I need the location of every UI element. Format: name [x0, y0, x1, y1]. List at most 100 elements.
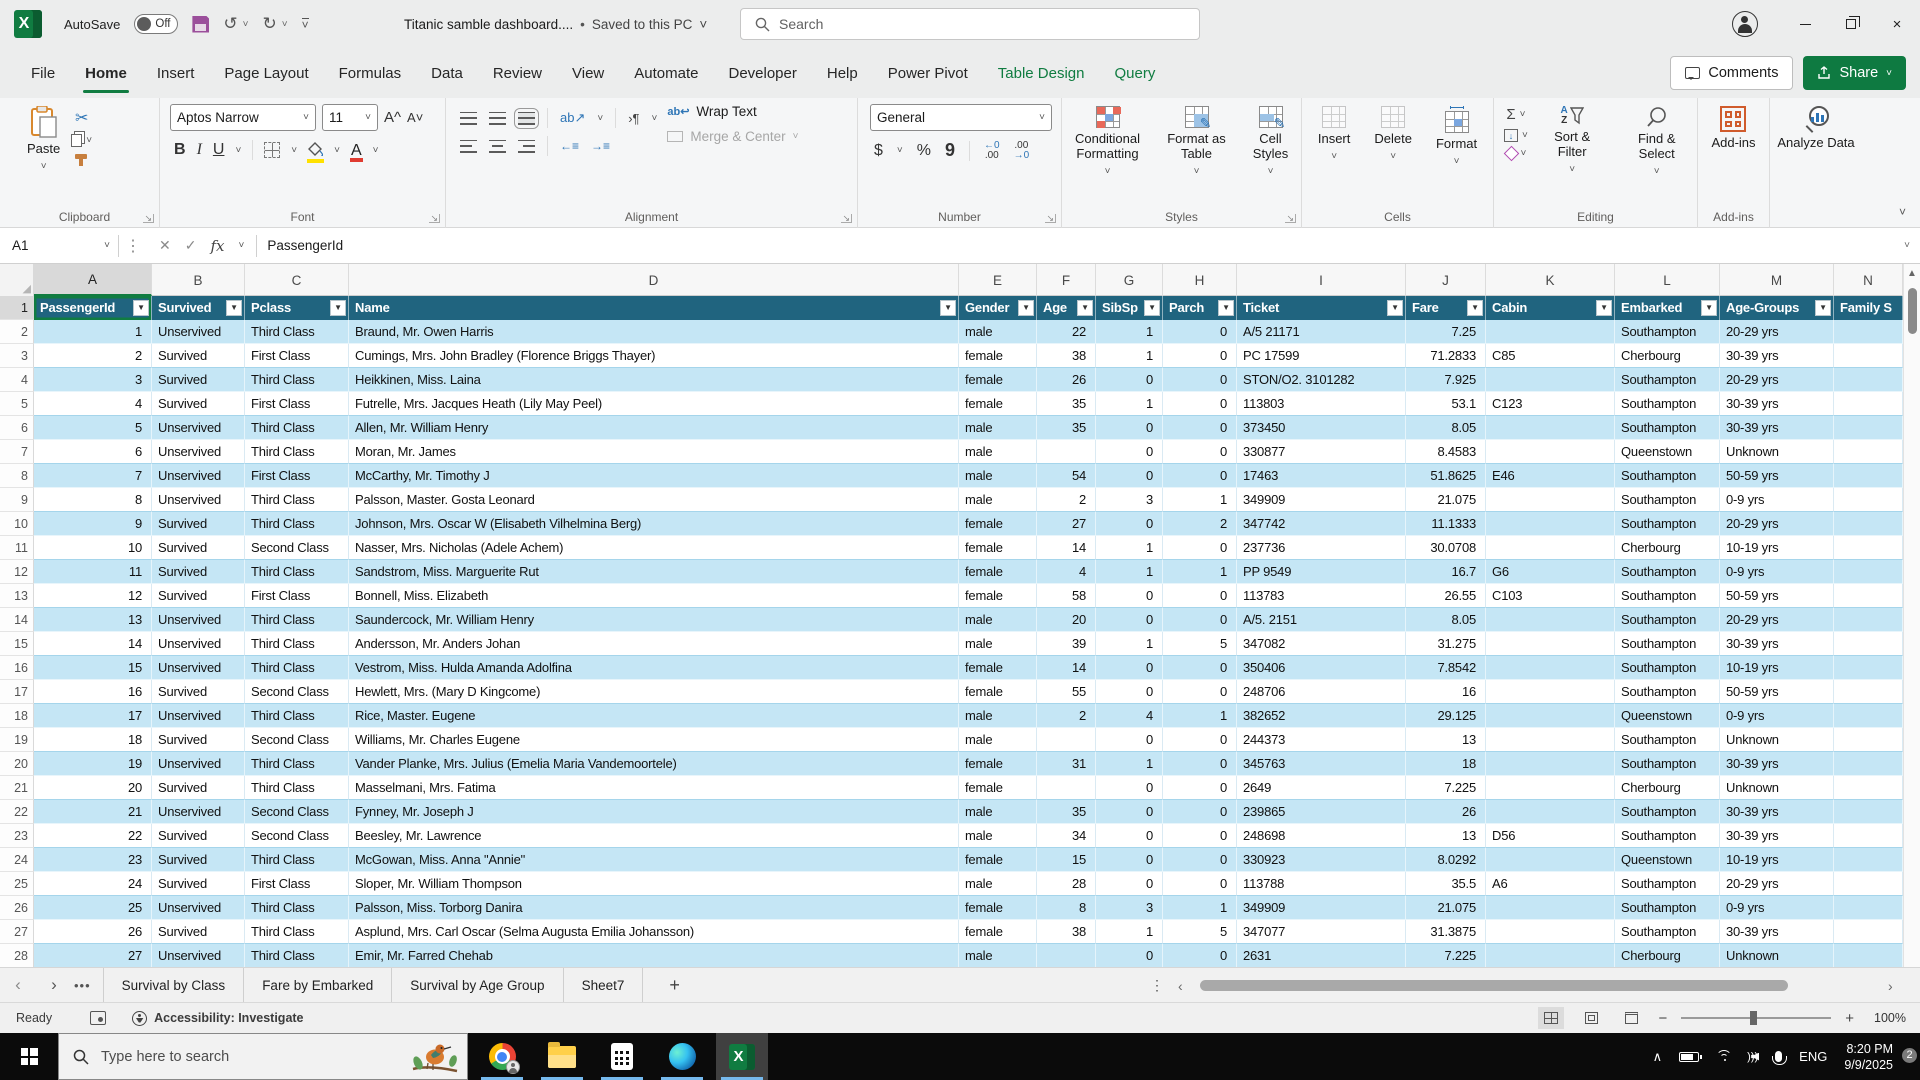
grid-cell[interactable]: Second Class — [245, 680, 349, 704]
middle-align-icon[interactable] — [489, 112, 506, 125]
grid-cell[interactable]: 13 — [1406, 728, 1486, 752]
ribbon-tab-developer[interactable]: Developer — [713, 48, 811, 98]
font-color-chevron-icon[interactable]: ˅ — [373, 145, 379, 156]
filter-button[interactable]: ▼ — [1144, 300, 1160, 316]
grid-cell[interactable]: 1 — [1163, 704, 1237, 728]
comments-button[interactable]: Comments — [1670, 56, 1793, 90]
grid-cell[interactable] — [1834, 728, 1903, 752]
grid-cell[interactable]: 35 — [1037, 392, 1096, 416]
underline-chevron-icon[interactable]: ˅ — [235, 145, 241, 156]
clear-button[interactable]: ˅ — [1506, 148, 1527, 159]
grid-cell[interactable]: female — [959, 896, 1037, 920]
grid-cell[interactable]: Vander Planke, Mrs. Julius (Emelia Maria… — [349, 752, 959, 776]
ribbon-tab-page-layout[interactable]: Page Layout — [209, 48, 323, 98]
comma-style-icon[interactable]: 9 — [945, 140, 955, 161]
row-number[interactable]: 18 — [0, 704, 34, 728]
grid-cell[interactable]: Survived — [152, 824, 245, 848]
grid-cell[interactable]: 0 — [1163, 680, 1237, 704]
grid-cell[interactable]: 0-9 yrs — [1720, 560, 1834, 584]
grid-cell[interactable]: Andersson, Mr. Anders Johan — [349, 632, 959, 656]
grid-cell[interactable]: 26 — [1037, 368, 1096, 392]
row-number[interactable]: 2 — [0, 320, 34, 344]
grid-cell[interactable]: 0 — [1163, 464, 1237, 488]
grid-cell[interactable] — [1834, 608, 1903, 632]
grid-cell[interactable]: Cherbourg — [1615, 344, 1720, 368]
grid-cell[interactable]: 30-39 yrs — [1720, 416, 1834, 440]
name-box[interactable]: A1 ˅ — [0, 228, 118, 263]
grid-cell[interactable]: 1 — [1163, 896, 1237, 920]
grid-cell[interactable]: 0 — [1163, 944, 1237, 968]
grid-cell[interactable]: Futrelle, Mrs. Jacques Heath (Lily May P… — [349, 392, 959, 416]
column-header-A[interactable]: A — [34, 264, 152, 296]
grid-cell[interactable]: 239865 — [1237, 800, 1406, 824]
grid-cell[interactable] — [1834, 344, 1903, 368]
grid-cell[interactable]: Rice, Master. Eugene — [349, 704, 959, 728]
row-number[interactable]: 4 — [0, 368, 34, 392]
grid-cell[interactable]: Third Class — [245, 368, 349, 392]
filter-button[interactable]: ▼ — [133, 300, 149, 316]
page-break-view-button[interactable] — [1618, 1007, 1644, 1029]
grid-cell[interactable]: 8.0292 — [1406, 848, 1486, 872]
grid-cell[interactable]: 20-29 yrs — [1720, 608, 1834, 632]
grid-cell[interactable]: Beesley, Mr. Lawrence — [349, 824, 959, 848]
grid-cell[interactable]: Fynney, Mr. Joseph J — [349, 800, 959, 824]
grid-cell[interactable] — [1486, 512, 1615, 536]
grid-cell[interactable]: 58 — [1037, 584, 1096, 608]
grid-cell[interactable]: 21.075 — [1406, 896, 1486, 920]
taskbar-edge-button[interactable] — [656, 1033, 708, 1080]
grid-cell[interactable]: 0 — [1096, 848, 1163, 872]
grid-cell[interactable]: 35 — [1037, 416, 1096, 440]
grid-cell[interactable]: Unknown — [1720, 944, 1834, 968]
grid-cell[interactable]: 26.55 — [1406, 584, 1486, 608]
taskbar-excel-button[interactable]: X — [716, 1033, 768, 1080]
grid-cell[interactable]: 0 — [1163, 752, 1237, 776]
redo-icon[interactable]: ↻ — [262, 14, 276, 34]
grid-cell[interactable] — [1037, 944, 1096, 968]
start-button[interactable] — [0, 1033, 58, 1080]
grid-cell[interactable]: 10-19 yrs — [1720, 656, 1834, 680]
grid-cell[interactable]: Asplund, Mrs. Carl Oscar (Selma Augusta … — [349, 920, 959, 944]
ribbon-tab-table-design[interactable]: Table Design — [983, 48, 1100, 98]
grid-cell[interactable]: 3 — [34, 368, 152, 392]
table-header-cell[interactable]: Gender▼ — [959, 296, 1037, 320]
grid-cell[interactable]: 19 — [34, 752, 152, 776]
grid-cell[interactable]: Sloper, Mr. William Thompson — [349, 872, 959, 896]
grid-cell[interactable]: 345763 — [1237, 752, 1406, 776]
grid-cell[interactable]: 0 — [1096, 728, 1163, 752]
grid-cell[interactable]: 0 — [1096, 512, 1163, 536]
sheet-tab-survival-by-age-group[interactable]: Survival by Age Group — [392, 968, 563, 1003]
grid-cell[interactable]: 38 — [1037, 920, 1096, 944]
grid-cell[interactable]: female — [959, 512, 1037, 536]
grid-cell[interactable]: 1 — [1096, 920, 1163, 944]
restore-button[interactable] — [1828, 0, 1874, 48]
grid-cell[interactable]: 9 — [34, 512, 152, 536]
grid-cell[interactable]: 14 — [1037, 656, 1096, 680]
grid-cell[interactable]: male — [959, 320, 1037, 344]
grid-cell[interactable]: 0 — [1096, 944, 1163, 968]
row-number[interactable]: 1 — [0, 296, 34, 320]
grid-cell[interactable]: Bonnell, Miss. Elizabeth — [349, 584, 959, 608]
grid-cell[interactable]: Unservived — [152, 608, 245, 632]
row-number[interactable]: 10 — [0, 512, 34, 536]
grid-cell[interactable]: 8.4583 — [1406, 440, 1486, 464]
number-format-select[interactable]: General˅ — [870, 104, 1052, 131]
grid-cell[interactable]: Saundercock, Mr. William Henry — [349, 608, 959, 632]
grid-cell[interactable]: 23 — [34, 848, 152, 872]
normal-view-button[interactable] — [1538, 1007, 1564, 1029]
grid-cell[interactable]: 25 — [34, 896, 152, 920]
ribbon-tab-data[interactable]: Data — [416, 48, 478, 98]
grid-cell[interactable]: 18 — [1406, 752, 1486, 776]
grid-cell[interactable]: First Class — [245, 392, 349, 416]
grid-cell[interactable]: Williams, Mr. Charles Eugene — [349, 728, 959, 752]
grid-cell[interactable]: Unservived — [152, 752, 245, 776]
wifi-icon[interactable] — [1716, 1050, 1734, 1064]
clipboard-dialog-launcher[interactable]: ↘ — [143, 214, 154, 223]
row-number[interactable]: 28 — [0, 944, 34, 968]
taskbar-calculator-button[interactable] — [596, 1033, 648, 1080]
grid-cell[interactable]: 17 — [34, 704, 152, 728]
grid-cell[interactable] — [1486, 800, 1615, 824]
grid-cell[interactable]: Third Class — [245, 440, 349, 464]
grid-cell[interactable]: Heikkinen, Miss. Laina — [349, 368, 959, 392]
grid-cell[interactable]: Southampton — [1615, 584, 1720, 608]
vertical-scroll-thumb[interactable] — [1908, 288, 1917, 334]
